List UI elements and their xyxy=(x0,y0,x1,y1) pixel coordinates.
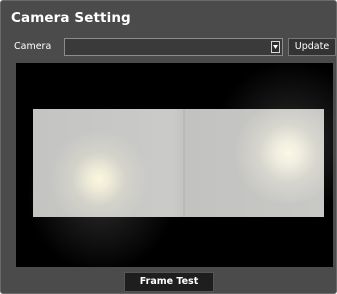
frame-test-button[interactable]: Frame Test xyxy=(124,272,214,292)
update-button[interactable]: Update xyxy=(288,38,336,56)
chevron-down-icon[interactable] xyxy=(271,41,280,53)
preview-target-card xyxy=(33,109,324,217)
card-seam xyxy=(183,109,185,217)
light-spot-left xyxy=(49,129,149,217)
panel-title: Camera Setting xyxy=(11,10,131,26)
camera-select[interactable] xyxy=(64,38,283,56)
camera-label: Camera xyxy=(14,41,52,52)
camera-setting-panel: Camera Setting Camera Update Frame Test xyxy=(0,0,337,294)
camera-preview xyxy=(16,63,333,267)
light-spot-right xyxy=(233,109,324,203)
